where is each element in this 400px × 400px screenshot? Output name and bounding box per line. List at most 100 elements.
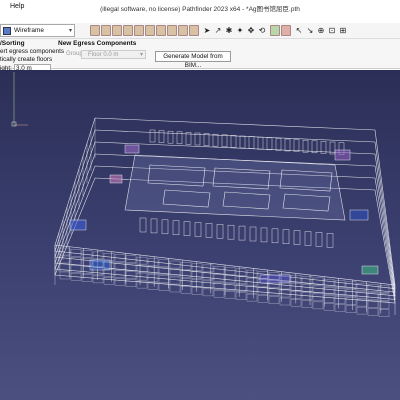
roof-stall xyxy=(239,135,246,149)
stair-tool-icon[interactable] xyxy=(101,25,111,36)
roof-stall xyxy=(326,233,334,248)
pan-icon[interactable]: ✥ xyxy=(246,25,256,36)
facade-panel xyxy=(312,285,324,294)
facade-panel xyxy=(235,276,247,284)
roof-stall xyxy=(238,225,246,241)
measure-icon[interactable]: ↗ xyxy=(213,25,223,36)
exit-tool-icon[interactable] xyxy=(167,25,177,36)
floor-select[interactable]: Floor 0.0 m ▾ xyxy=(81,50,146,59)
roof-stall xyxy=(275,138,282,151)
roof-stall xyxy=(216,224,224,239)
roof-stall xyxy=(161,219,169,235)
facade-panel xyxy=(312,301,324,310)
roof-stall xyxy=(257,136,264,150)
fit-view-icon[interactable]: ⊡ xyxy=(327,25,337,36)
facade-panel xyxy=(103,269,115,277)
facade-panel xyxy=(114,278,126,286)
colored-room xyxy=(124,144,140,154)
facade-panel xyxy=(334,304,346,312)
generate-model-button[interactable]: Generate Model from BIM... xyxy=(155,51,231,69)
chevron-down-icon: ▾ xyxy=(68,28,72,34)
roof-stall xyxy=(311,140,318,154)
facade-panel xyxy=(356,306,368,315)
wall-tool-icon[interactable] xyxy=(189,25,199,36)
roof-stall xyxy=(194,222,202,237)
roof-stall xyxy=(212,133,219,147)
facade-panel xyxy=(378,309,390,317)
facade-panel xyxy=(257,295,269,303)
colored-room xyxy=(69,219,87,231)
facade-panel xyxy=(169,284,181,293)
source-icon[interactable] xyxy=(281,25,291,36)
view-mode-select[interactable]: Wireframe ▾ xyxy=(0,24,75,37)
facade-panel xyxy=(158,283,170,291)
facade-panel xyxy=(235,292,247,300)
roof-stall xyxy=(230,135,237,148)
roof-stall xyxy=(284,138,291,152)
roof-stall xyxy=(172,220,180,235)
zoom-icon[interactable]: ↘ xyxy=(305,25,315,36)
building-wireframe xyxy=(54,117,396,317)
facade-panel xyxy=(312,293,324,302)
door-tool-icon[interactable] xyxy=(123,25,133,36)
facade-panel xyxy=(367,308,379,316)
roof-stall xyxy=(248,136,255,149)
facade-panel xyxy=(345,305,357,313)
3d-viewport[interactable] xyxy=(0,70,400,400)
roof-stall xyxy=(302,139,309,153)
roof-stall xyxy=(203,133,210,146)
escalator-tool-icon[interactable] xyxy=(145,25,155,36)
orbit-icon[interactable]: ⊕ xyxy=(316,25,326,36)
window-title: (illegal software, no license) Pathfinde… xyxy=(100,6,300,13)
axis-gizmo xyxy=(11,72,28,127)
person-icon[interactable]: ✱ xyxy=(224,25,234,36)
select-arrow-icon[interactable]: ➤ xyxy=(202,25,212,36)
roof-stall xyxy=(158,130,165,143)
roof-stall xyxy=(282,229,290,244)
colored-room xyxy=(349,209,369,221)
facade-panel xyxy=(257,287,269,295)
floor-select-value: Floor 0.0 m xyxy=(88,52,119,58)
occupant-icon[interactable]: ✦ xyxy=(235,25,245,36)
roof-stall xyxy=(293,230,301,245)
zoom-in-icon[interactable]: ⊞ xyxy=(338,25,348,36)
facade-panel xyxy=(301,300,313,308)
facade-panel xyxy=(268,296,280,304)
roof-stall xyxy=(205,223,213,238)
facade-panel xyxy=(246,269,258,278)
facade-panel xyxy=(191,271,203,279)
roof-stall xyxy=(149,129,156,143)
colored-room xyxy=(361,265,379,275)
view-mode-label: Wireframe xyxy=(14,27,44,34)
wireframe-icon xyxy=(3,26,11,35)
facade-panel xyxy=(323,295,335,303)
ramp-tool-icon[interactable] xyxy=(134,25,144,36)
facade-panel xyxy=(92,275,104,284)
pointer-icon[interactable]: ↖ xyxy=(294,25,304,36)
floor-tool-icon[interactable] xyxy=(90,25,100,36)
colored-room xyxy=(259,274,291,284)
facade-panel xyxy=(235,268,247,276)
roof-stall xyxy=(227,224,235,240)
insert-egress-option[interactable]: ert egress components xyxy=(0,48,64,55)
rotate-icon[interactable]: ⟲ xyxy=(257,25,267,36)
facade-panel xyxy=(70,257,82,265)
roof-stall xyxy=(139,217,147,233)
elevator-tool-icon[interactable] xyxy=(156,25,166,36)
sorting-section-title: /Sorting xyxy=(0,40,25,47)
room-tool-icon[interactable] xyxy=(112,25,122,36)
facade-panel xyxy=(191,287,203,295)
title-bar: Help (illegal software, no license) Path… xyxy=(0,0,400,15)
facade-panel xyxy=(268,288,280,296)
agent-icon[interactable] xyxy=(270,25,280,36)
roof-stall xyxy=(260,227,268,243)
colored-room xyxy=(109,174,123,184)
roof-stall xyxy=(150,218,158,234)
create-floors-option[interactable]: tically create floors xyxy=(0,56,52,63)
roof-stall xyxy=(249,226,257,242)
roof-stall xyxy=(271,228,279,244)
facade-panel xyxy=(213,290,225,298)
facade-panel xyxy=(246,293,258,302)
colored-room xyxy=(334,149,351,161)
grid-tool-icon[interactable] xyxy=(178,25,188,36)
